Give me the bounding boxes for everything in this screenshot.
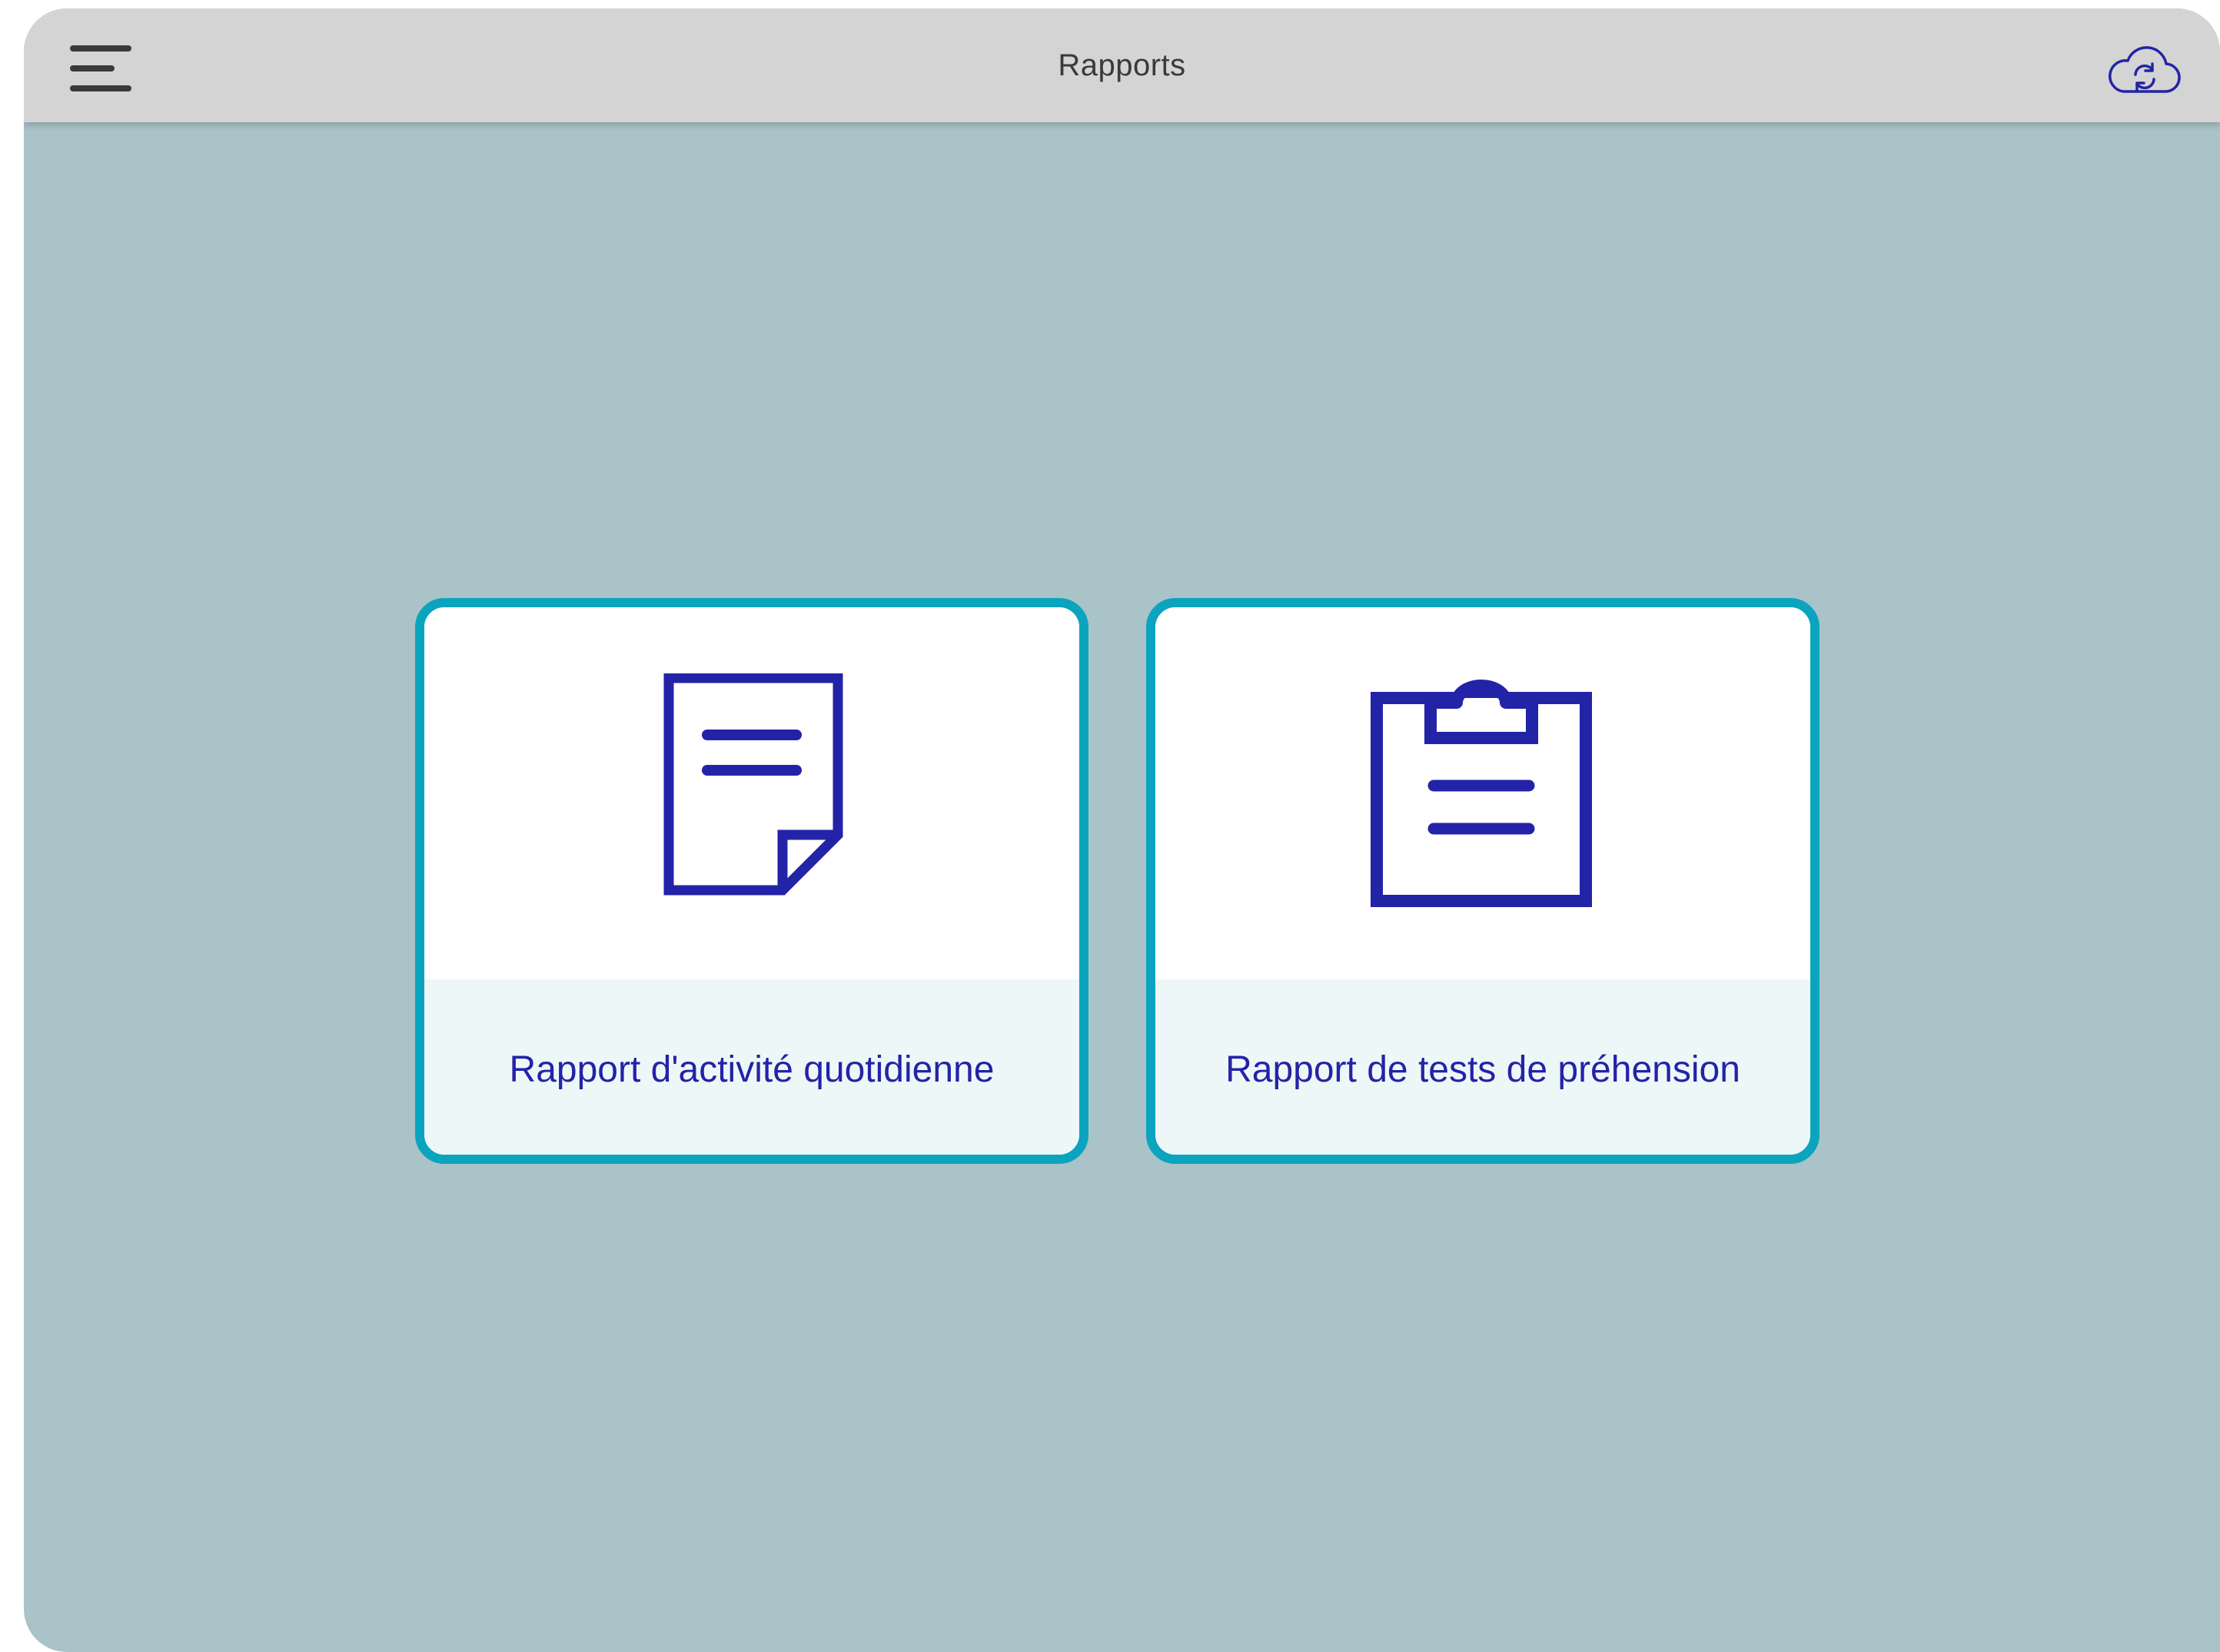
daily-activity-report-card[interactable]: Rapport d'activité quotidienne [415,598,1088,1164]
clipboard-icon [1371,680,1592,907]
card-icon-area [1155,607,1810,979]
sync-button[interactable] [2106,41,2183,102]
app-window: Rapports Rapport d'activité quotidienne [24,8,2220,1652]
page-title: Rapports [1058,48,1186,82]
document-icon [663,673,843,896]
grip-test-report-card[interactable]: Rapport de tests de préhension [1146,598,1820,1164]
card-label: Rapport d'activité quotidienne [509,1049,995,1090]
top-bar: Rapports [24,8,2220,122]
card-label: Rapport de tests de préhension [1225,1049,1740,1090]
card-label-area: Rapport de tests de préhension [1155,979,1810,1155]
cloud-sync-icon [2109,46,2181,93]
card-icon-area [424,607,1079,979]
card-label-area: Rapport d'activité quotidienne [424,979,1079,1155]
